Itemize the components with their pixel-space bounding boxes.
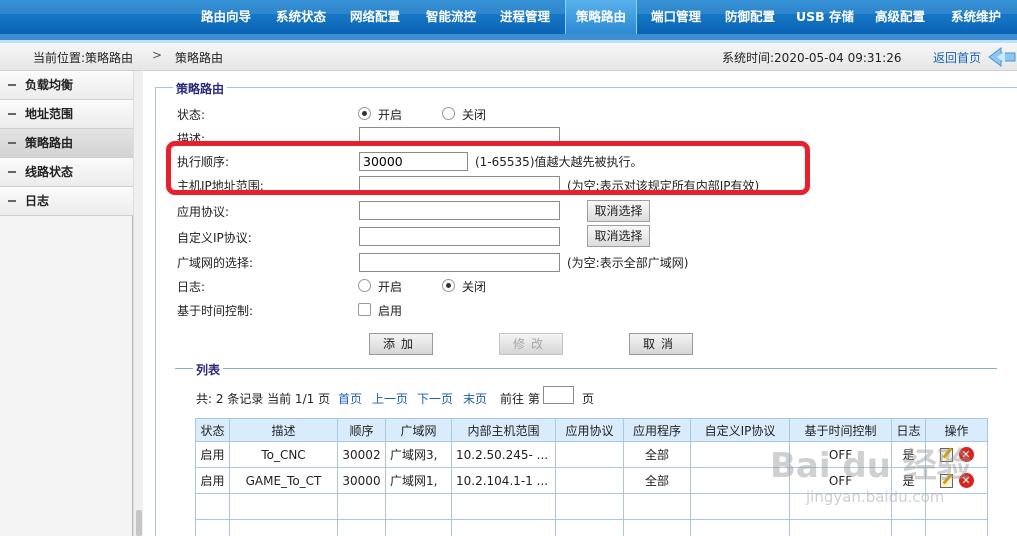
watermark-url: jingyan.baidu.com: [806, 488, 945, 506]
dash-icon: [8, 142, 16, 144]
cell-desc: To_CNC: [229, 441, 338, 468]
status-off-label: 关闭: [462, 108, 487, 122]
wan-hint: (为空:表示全部广域网): [567, 256, 689, 270]
nav-item-advanced-config[interactable]: 高级配置: [865, 0, 935, 34]
watermark-logo: Bai du 经验: [770, 446, 971, 486]
nav-item-system-maint[interactable]: 系统维护: [940, 0, 1012, 34]
col-wan: 广域网: [385, 418, 452, 442]
col-app: 应用程序: [623, 418, 691, 442]
wan-label: 广域网的选择:: [177, 256, 254, 270]
system-time: 系统时间:2020-05-04 09:31:26: [722, 51, 902, 65]
list-summary: 共: 2 条记录 当前 1/1 页: [196, 392, 331, 406]
sidebar-item-line-status[interactable]: 线路状态: [0, 158, 133, 187]
time-ctrl-enable-label: 启用: [378, 304, 403, 318]
custom-ip-cancel-button[interactable]: 取消选择: [587, 225, 650, 247]
sidebar-item-load-balance[interactable]: 负载均衡: [0, 71, 133, 100]
cell-wan: 广域网1,: [385, 467, 452, 494]
sidebar: 负载均衡 地址范围 策略路由 线路状态 日志: [0, 71, 133, 536]
status-off-radio[interactable]: [442, 107, 455, 120]
log-label: 日志:: [177, 280, 206, 294]
nav-item-usb-storage[interactable]: USB 存储: [790, 0, 860, 34]
dash-icon: [8, 171, 16, 173]
modify-button[interactable]: 修改: [499, 333, 563, 355]
breadcrumb: 当前位置:策略路由 > 策略路由 系统时间:2020-05-04 09:31:2…: [0, 43, 1017, 71]
pager-last-link[interactable]: 末页: [463, 390, 487, 407]
sidebar-scrollbar[interactable]: [133, 71, 143, 536]
col-order: 顺序: [337, 418, 386, 442]
cell-host-range: 10.2.50.245- ...: [451, 441, 556, 468]
list-legend: 列表: [193, 361, 224, 378]
log-off-label: 关闭: [462, 280, 487, 294]
sidebar-item-policy-route[interactable]: 策略路由: [0, 129, 133, 158]
status-on-radio[interactable]: [358, 107, 371, 120]
custom-ip-input[interactable]: [359, 227, 560, 246]
cell-status: 启用: [195, 441, 230, 468]
app-proto-cancel-button[interactable]: 取消选择: [587, 200, 650, 222]
nav-item-system-status[interactable]: 系统状态: [266, 0, 336, 34]
cell-order: 30000: [337, 467, 386, 494]
highlight-annotation: [166, 141, 810, 195]
pager-prev-link[interactable]: 上一页: [372, 390, 408, 407]
cell-host-range: 10.2.104.1-1 ...: [451, 467, 556, 494]
dash-icon: [8, 84, 16, 86]
nav-item-port-mgmt[interactable]: 端口管理: [641, 0, 711, 34]
time-ctrl-label: 基于时间控制:: [177, 304, 254, 318]
pager-page-input[interactable]: [543, 386, 574, 404]
cell-desc: GAME_To_CT: [229, 467, 338, 494]
col-host-range: 内部主机范围: [451, 418, 556, 442]
table-row-empty: [195, 519, 988, 536]
nav-item-policy-route[interactable]: 策略路由: [565, 0, 637, 34]
cell-order: 30002: [337, 441, 386, 468]
log-on-radio[interactable]: [358, 279, 371, 292]
nav-item-process-mgmt[interactable]: 进程管理: [490, 0, 560, 34]
cell-app: 全部: [623, 441, 691, 468]
custom-ip-label: 自定义IP协议:: [177, 231, 252, 245]
pager-first-link[interactable]: 首页: [338, 390, 362, 407]
app-proto-input[interactable]: [359, 201, 560, 220]
pager-goto-pre: 前往 第: [500, 392, 540, 406]
breadcrumb-current: 当前位置:策略路由: [33, 51, 134, 65]
top-nav: 路由向导 系统状态 网络配置 智能流控 进程管理 策略路由 端口管理 防御配置 …: [0, 0, 1017, 34]
dash-icon: [8, 113, 16, 115]
log-off-radio[interactable]: [442, 279, 455, 292]
status-label: 状态:: [177, 108, 206, 122]
cell-wan: 广域网3,: [385, 441, 452, 468]
add-button[interactable]: 添加: [369, 333, 433, 355]
cancel-button[interactable]: 取消: [629, 333, 693, 355]
col-status: 状态: [195, 418, 230, 442]
col-app-proto: 应用协议: [555, 418, 624, 442]
pager-next-link[interactable]: 下一页: [417, 390, 453, 407]
nav-item-flow-control[interactable]: 智能流控: [416, 0, 486, 34]
status-on-label: 开启: [378, 108, 403, 122]
back-home-link[interactable]: 返回首页: [933, 49, 981, 66]
sidebar-item-address-range[interactable]: 地址范围: [0, 100, 133, 129]
col-desc: 描述: [229, 418, 338, 442]
breadcrumb-separator: >: [152, 48, 163, 62]
back-arrow-icon[interactable]: [987, 46, 1017, 68]
wan-input[interactable]: [359, 253, 560, 272]
cell-app-proto: [555, 467, 624, 494]
log-on-label: 开启: [378, 280, 403, 294]
cell-app-proto: [555, 441, 624, 468]
sidebar-item-log[interactable]: 日志: [0, 187, 133, 216]
pager-goto-post: 页: [582, 392, 595, 406]
dash-icon: [8, 200, 16, 202]
time-ctrl-checkbox[interactable]: [358, 303, 371, 316]
nav-item-network-config[interactable]: 网络配置: [340, 0, 410, 34]
cell-status: 启用: [195, 467, 230, 494]
nav-item-route-wizard[interactable]: 路由向导: [191, 0, 261, 34]
nav-item-defense-config[interactable]: 防御配置: [715, 0, 785, 34]
breadcrumb-page: 策略路由: [175, 51, 224, 65]
app-proto-label: 应用协议:: [177, 205, 230, 219]
cell-app: 全部: [623, 467, 691, 494]
form-legend: 策略路由: [173, 80, 228, 97]
